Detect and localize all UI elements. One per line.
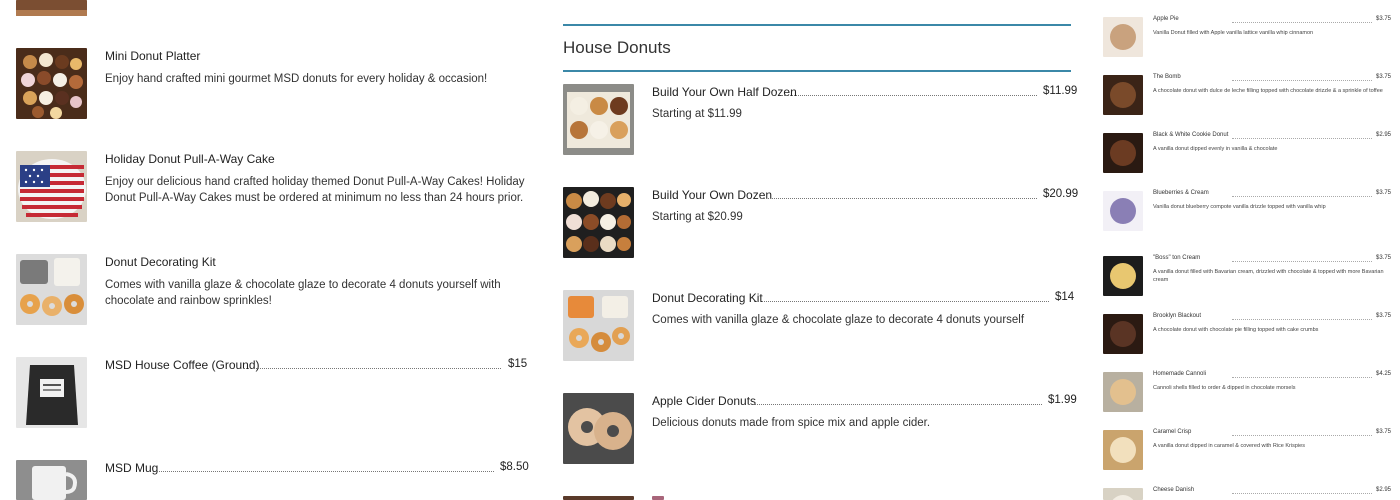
donut-icon [1110,379,1136,405]
donut-price: $3.75 [1376,255,1392,261]
dozen-box-image[interactable] [563,187,634,258]
donut-name: Blueberries & Cream [1153,190,1209,196]
menu-item-description: Comes with vanilla glaze & chocolate gla… [652,314,1025,326]
price-leader-dots [754,301,1049,302]
price-leader-dots [1232,377,1372,378]
holiday-cake-image[interactable] [16,151,87,222]
donut-photo[interactable] [1103,17,1143,57]
price-leader-dots [1232,196,1372,197]
menu-item-price: $14 [1055,291,1075,303]
product-image-bottom-partial[interactable] [563,496,634,500]
donut-icon [1110,82,1136,108]
donut-description: A vanilla donut dipped in caramel & cove… [1153,443,1305,449]
price-leader-dots [1232,22,1372,23]
price-leader-dots [1232,80,1372,81]
donut-name: Brooklyn Blackout [1153,313,1202,319]
menu-item-title: Donut Decorating Kit [105,255,216,269]
menu-item-price: $11.99 [1043,85,1078,97]
menu-item-price: $20.99 [1043,188,1079,200]
price-leader-dots [1232,261,1372,262]
price-leader-dots [243,368,501,369]
donut-description: A vanilla donut filled with Bavarian cre… [1153,269,1384,283]
donut-description: Vanilla donut blueberry compote vanilla … [1153,204,1326,210]
menu-item-price: $8.50 [500,461,529,473]
price-leader-dots [761,198,1037,199]
product-image-top-partial[interactable] [16,0,87,16]
menu-item-price: $15 [508,358,528,370]
donut-price: $3.75 [1376,313,1392,319]
donut-icon [1110,140,1136,166]
menu-item-title: Apple Cider Donuts [652,394,757,408]
donut-description: A vanilla donut dipped evenly in vanilla… [1153,146,1278,152]
decorating-kit-image[interactable] [16,254,87,325]
price-leader-dots [1232,493,1372,494]
price-leader-dots [1232,319,1372,320]
price-leader-dots [1232,138,1372,139]
menu-item-title: Mini Donut Platter [105,49,201,63]
donut-description: Cannoli shells filled to order & dipped … [1153,385,1296,391]
menu-item-title: Donut Decorating Kit [652,291,763,305]
mini-donut-platter-image[interactable] [16,48,87,119]
menu-item-title: MSD Mug [105,461,159,475]
donut-photo[interactable] [1103,191,1143,231]
donut-icon [1110,321,1136,347]
donut-icon [1112,495,1134,500]
donut-description: A chocolate donut with chocolate pie fil… [1153,327,1319,333]
donut-price: $3.75 [1376,16,1392,22]
donut-name: Caramel Crisp [1153,429,1192,435]
menu-item-description: Comes with vanilla glaze & chocolate gla… [105,279,501,307]
price-leader-dots [1232,435,1372,436]
donut-name: Apple Pie [1153,16,1179,22]
donut-name: Black & White Cookie Donut [1153,132,1229,138]
decorating-kit-image[interactable] [563,290,634,361]
menu-item-title: Build Your Own Half Dozen [652,85,797,99]
small-thumb-partial-icon [652,496,664,500]
mug-image[interactable] [16,460,87,500]
donut-name: Cheese Danish [1153,487,1195,493]
donut-price: $4.25 [1376,371,1392,377]
donut-photo[interactable] [1103,75,1143,115]
donut-photo[interactable] [1103,314,1143,354]
donut-name: Homemade Cannoli [1153,371,1207,377]
menu-item-description: Delicious donuts made from spice mix and… [652,417,931,429]
menu-item-description: Enjoy hand crafted mini gourmet MSD donu… [105,73,488,85]
menu-item-title: MSD House Coffee (Ground) [105,358,260,372]
donut-icon [1110,198,1136,224]
menu-item-title: Holiday Donut Pull-A-Way Cake [105,152,275,166]
donut-photo[interactable] [1103,372,1143,412]
price-leader-dots [748,404,1042,405]
menu-item-description: Starting at $20.99 [652,211,743,223]
menu-item-description: Starting at $11.99 [652,108,742,120]
donut-icon [1110,437,1136,463]
section-top-divider [563,24,1071,26]
food-photo-icon [16,0,87,16]
donut-icon [1110,263,1136,289]
donut-photo[interactable] [1103,488,1143,500]
apple-cider-donuts-image[interactable] [563,393,634,464]
donut-name: The Bomb [1153,74,1181,80]
donut-name: "Boss" ton Cream [1153,255,1201,261]
donut-price: $3.75 [1376,429,1392,435]
menu-item-price: $1.99 [1048,394,1077,406]
section-title: House Donuts [563,38,671,57]
half-dozen-box-image[interactable] [563,84,634,155]
donut-price: $3.75 [1376,74,1392,80]
donut-price: $3.75 [1376,190,1392,196]
donut-photo[interactable] [1103,256,1143,296]
donut-photo[interactable] [1103,133,1143,173]
donut-description: A chocolate donut with dulce de leche fi… [1153,88,1383,94]
donut-description: Vanilla Donut filled with Apple vanilla … [1153,30,1314,36]
coffee-bag-image[interactable] [16,357,87,428]
menu-item-description: Enjoy our delicious hand crafted holiday… [105,176,525,204]
price-leader-dots [156,471,494,472]
section-bottom-divider [563,70,1071,72]
price-leader-dots [781,95,1037,96]
donut-photo[interactable] [1103,430,1143,470]
donut-price: $2.95 [1376,487,1392,493]
menu-item-title: Build Your Own Dozen [652,188,773,202]
donut-price: $2.95 [1376,132,1392,138]
donut-icon [1110,24,1136,50]
